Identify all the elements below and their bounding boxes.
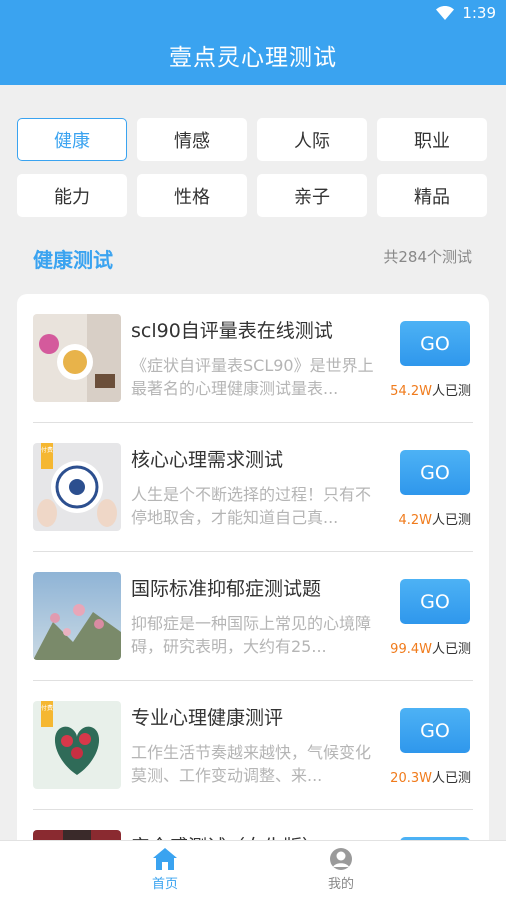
test-count: 20.3W人已测 bbox=[390, 767, 471, 786]
tab-home[interactable]: 首页 bbox=[135, 847, 195, 892]
test-title: 国际标准抑郁症测试题 bbox=[131, 578, 322, 600]
test-count-number: 20.3W bbox=[390, 771, 432, 786]
category-health[interactable]: 健康 bbox=[17, 118, 127, 161]
wifi-icon bbox=[436, 6, 455, 20]
test-description: 《症状自评量表SCL90》是世界上最著名的心理健康测试量表... bbox=[131, 356, 374, 398]
category-emotion[interactable]: 情感 bbox=[137, 118, 247, 161]
test-count-label: 人已测 bbox=[431, 642, 471, 657]
test-title: 专业心理健康测评 bbox=[131, 707, 284, 729]
test-count-number: 54.2W bbox=[390, 384, 432, 399]
test-title: scl90自评量表在线测试 bbox=[131, 320, 333, 342]
go-button[interactable]: GO bbox=[400, 450, 470, 495]
page-title: 壹点灵心理测试 bbox=[169, 45, 337, 71]
status-bar: 1:39 bbox=[436, 4, 496, 22]
home-icon bbox=[153, 848, 177, 870]
test-thumbnail bbox=[33, 314, 121, 402]
app-header: 1:39 壹点灵心理测试 bbox=[0, 0, 506, 85]
list-item[interactable]: 国际标准抑郁症测试题 抑郁症是一种国际上常见的心境障碍，研究表明，大约有25..… bbox=[33, 552, 473, 681]
go-button[interactable]: GO bbox=[400, 579, 470, 624]
section-count: 共284个测试 bbox=[383, 248, 472, 266]
test-description: 人生是个不断选择的过程！只有不停地取舍，才能知道自己真... bbox=[131, 485, 372, 527]
category-ability[interactable]: 能力 bbox=[17, 174, 127, 217]
test-thumbnail: 付费 bbox=[33, 701, 121, 789]
test-count-label: 人已测 bbox=[431, 771, 471, 786]
tab-me[interactable]: 我的 bbox=[311, 847, 371, 892]
test-count-number: 4.2W bbox=[398, 513, 432, 528]
go-button[interactable]: GO bbox=[400, 321, 470, 366]
test-count: 99.4W人已测 bbox=[390, 638, 471, 657]
list-item[interactable]: scl90自评量表在线测试 《症状自评量表SCL90》是世界上最著名的心理健康测… bbox=[33, 294, 473, 423]
test-count-number: 99.4W bbox=[390, 642, 432, 657]
list-item[interactable]: 付费 核心心理需求测试 人生是个不断选择的过程！只有不停地取舍，才能知道自己真.… bbox=[33, 423, 473, 552]
tab-home-label: 首页 bbox=[151, 877, 178, 892]
test-description: 抑郁症是一种国际上常见的心境障碍，研究表明，大约有25... bbox=[131, 614, 372, 656]
category-grid: 健康 情感 人际 职业 能力 性格 亲子 精品 bbox=[17, 118, 489, 217]
test-count-label: 人已测 bbox=[431, 384, 471, 399]
category-career[interactable]: 职业 bbox=[377, 118, 487, 161]
category-parenting[interactable]: 亲子 bbox=[257, 174, 367, 217]
test-description: 工作生活节奏越来越快，气候变化莫测、工作变动调整、来... bbox=[131, 743, 372, 785]
test-count: 54.2W人已测 bbox=[390, 380, 471, 399]
category-social[interactable]: 人际 bbox=[257, 118, 367, 161]
category-personality[interactable]: 性格 bbox=[137, 174, 247, 217]
section-title: 健康测试 bbox=[33, 248, 113, 272]
test-title: 核心心理需求测试 bbox=[131, 449, 284, 471]
test-thumbnail: 付费 bbox=[33, 443, 121, 531]
test-thumbnail bbox=[33, 572, 121, 660]
category-featured[interactable]: 精品 bbox=[377, 174, 487, 217]
test-count: 4.2W人已测 bbox=[398, 509, 471, 528]
go-button[interactable]: GO bbox=[400, 708, 470, 753]
list-item[interactable]: 付费 专业心理健康测评 工作生活节奏越来越快，气候变化莫测、工作变动调整、来..… bbox=[33, 681, 473, 810]
test-count-label: 人已测 bbox=[431, 513, 471, 528]
paid-badge: 付费 bbox=[41, 701, 53, 727]
test-list: scl90自评量表在线测试 《症状自评量表SCL90》是世界上最著名的心理健康测… bbox=[17, 294, 489, 854]
paid-badge: 付费 bbox=[41, 443, 53, 469]
tab-me-label: 我的 bbox=[327, 877, 354, 892]
bottom-tab-bar: 首页 我的 bbox=[0, 840, 506, 900]
status-time: 1:39 bbox=[462, 4, 496, 22]
user-icon bbox=[330, 848, 352, 870]
